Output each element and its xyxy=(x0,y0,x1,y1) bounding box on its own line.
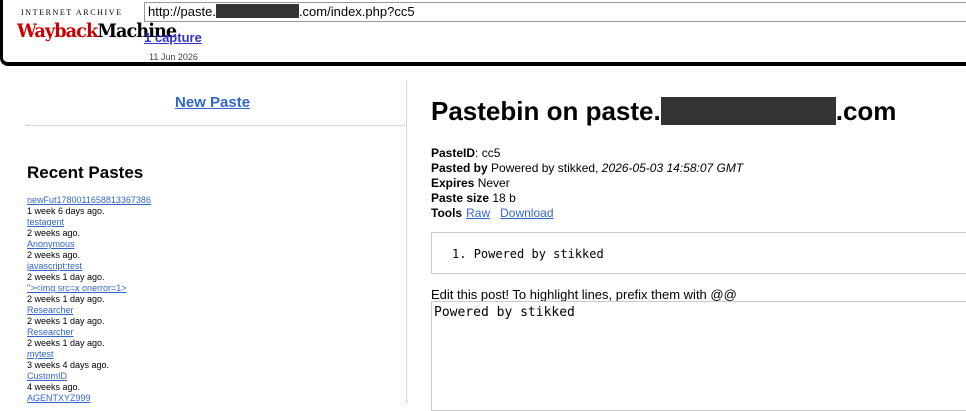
recent-paste-link[interactable]: Anonymous xyxy=(27,239,397,250)
recent-paste-age: 3 weeks 4 days ago. xyxy=(27,360,110,370)
paste-size-row: Paste size 18 b xyxy=(431,191,516,205)
column-divider xyxy=(406,80,407,403)
recent-paste-link[interactable]: javascript:test xyxy=(27,261,397,272)
list-item: javascript:test 2 weeks 1 day ago. xyxy=(27,261,397,283)
tools-row: Tools Raw Download xyxy=(431,206,554,220)
edit-instructions: Edit this post! To highlight lines, pref… xyxy=(431,287,737,302)
list-item: "><img src=x onerror=1> 2 weeks 1 day ago… xyxy=(27,283,397,305)
recent-paste-link[interactable]: testagent xyxy=(27,217,397,228)
recent-paste-age: 1 week 6 days ago. xyxy=(27,206,105,216)
list-item: mytest 3 weeks 4 days ago. xyxy=(27,349,397,371)
list-item: Researcher 2 weeks 1 day ago. xyxy=(27,305,397,327)
recent-paste-link[interactable]: CustomID xyxy=(27,371,397,382)
divider xyxy=(27,125,405,126)
redaction-block xyxy=(215,4,299,18)
list-item: CustomID 4 weeks ago. xyxy=(27,371,397,393)
recent-paste-link[interactable]: AGENTXYZ999 xyxy=(27,393,397,404)
redaction-block xyxy=(660,97,836,125)
wayback-logo[interactable]: INTERNET ARCHIVE WaybackMachine xyxy=(17,8,177,52)
capture-count-link[interactable]: 1 capture xyxy=(144,30,202,45)
raw-link[interactable]: Raw xyxy=(466,206,490,220)
recent-paste-link[interactable]: "><img src=x onerror=1> xyxy=(27,283,397,294)
list-item: Researcher 2 weeks 1 day ago. xyxy=(27,327,397,349)
recent-paste-age: 2 weeks 1 day ago. xyxy=(27,272,105,282)
recent-pastes-heading: Recent Pastes xyxy=(27,163,144,182)
expires-row: Expires Never xyxy=(431,176,510,190)
list-item: newFut1780011658813367386 1 week 6 days a… xyxy=(27,195,397,217)
recent-paste-link[interactable]: newFut1780011658813367386 xyxy=(27,195,397,206)
paste-metadata: PasteID: cc5 Pasted by Powered by stikke… xyxy=(431,146,743,221)
logo-internet-archive-text: INTERNET ARCHIVE xyxy=(21,8,123,17)
recent-paste-age: 2 weeks 1 day ago. xyxy=(27,338,105,348)
recent-paste-age: 4 weeks ago. xyxy=(27,382,81,392)
list-item: AGENTXYZ999 xyxy=(27,393,397,404)
new-paste-link[interactable]: New Paste xyxy=(175,94,250,111)
capture-date: 11 Jun 2026 xyxy=(149,52,198,62)
wayback-url-input[interactable]: http://paste. .com/index.php?cc5 xyxy=(144,2,966,22)
download-link[interactable]: Download xyxy=(500,206,553,220)
list-item: Anonymous 2 weeks ago. xyxy=(27,239,397,261)
recent-paste-age: 2 weeks 1 day ago. xyxy=(27,294,105,304)
list-item: testagent 2 weeks ago. xyxy=(27,217,397,239)
recent-paste-age: 2 weeks ago. xyxy=(27,250,81,260)
wayback-toolbar: INTERNET ARCHIVE WaybackMachine http://p… xyxy=(0,0,966,66)
recent-paste-link[interactable]: Researcher xyxy=(27,327,397,338)
recent-paste-age: 2 weeks 1 day ago. xyxy=(27,316,105,326)
recent-pastes-list: newFut1780011658813367386 1 week 6 days a… xyxy=(27,195,397,404)
recent-paste-link[interactable]: Researcher xyxy=(27,305,397,316)
code-display: 1. Powered by stikked xyxy=(431,232,966,274)
recent-paste-link[interactable]: mytest xyxy=(27,349,397,360)
pasted-by-row: Pasted by Powered by stikked, 2026-05-03… xyxy=(431,161,744,175)
paste-editor-textarea[interactable]: Powered by stikked xyxy=(431,301,966,411)
page-title: Pastebin on paste. .com xyxy=(431,96,897,126)
paste-date: 2026-05-03 14:58:07 GMT xyxy=(601,161,744,175)
code-line: 1. Powered by stikked xyxy=(452,247,604,261)
paste-id-row: PasteID: cc5 xyxy=(431,146,501,160)
recent-paste-age: 2 weeks ago. xyxy=(27,228,81,238)
